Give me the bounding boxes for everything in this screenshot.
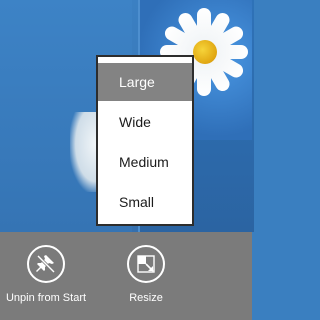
app-bar: Unpin from Start Resize — [0, 232, 252, 320]
flower-center — [193, 40, 217, 64]
resize-menu: Large Wide Medium Small — [96, 55, 194, 226]
resize-icon — [127, 245, 165, 283]
unpin-from-start-button[interactable]: Unpin from Start — [0, 232, 92, 320]
menu-item-medium[interactable]: Medium — [98, 143, 192, 181]
unpin-icon — [27, 245, 65, 283]
unpin-label: Unpin from Start — [5, 292, 87, 304]
resize-button[interactable]: Resize — [108, 232, 184, 320]
menu-item-wide[interactable]: Wide — [98, 103, 192, 141]
menu-item-large[interactable]: Large — [98, 63, 192, 101]
menu-item-small[interactable]: Small — [98, 183, 192, 221]
resize-label: Resize — [129, 292, 163, 304]
